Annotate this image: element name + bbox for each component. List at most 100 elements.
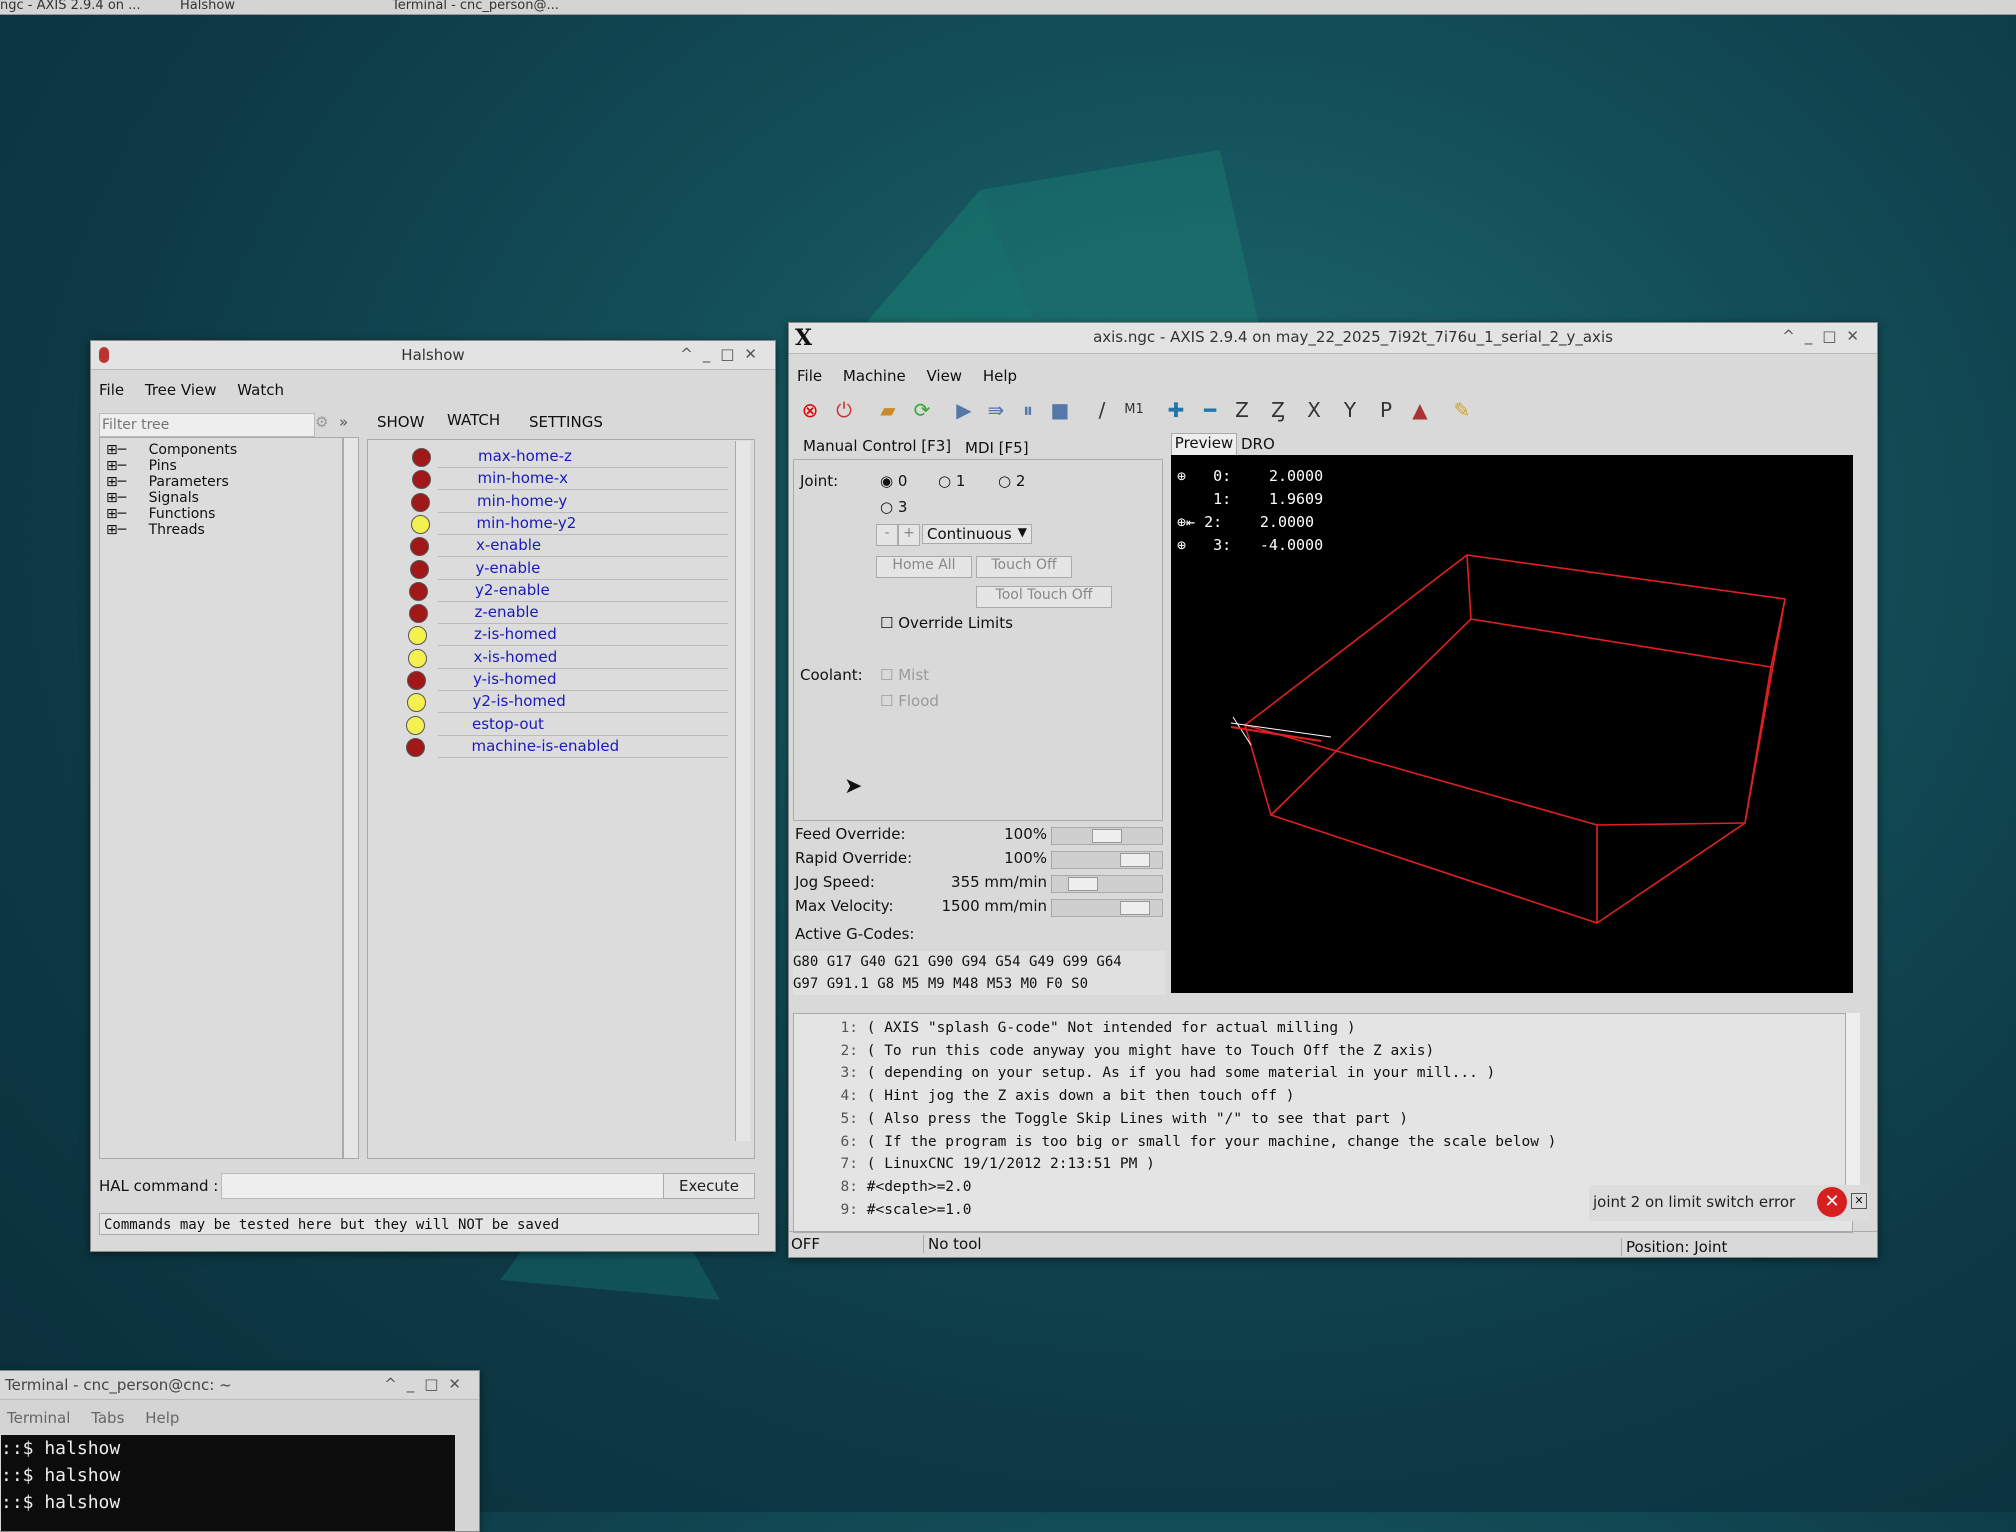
zoom-in-icon[interactable]: ✚ (1163, 397, 1189, 423)
slider-thumb[interactable] (1092, 829, 1122, 843)
terminal-titlebar[interactable]: Terminal - cnc_person@cnc: ~ ^_□✕ (0, 1371, 479, 1400)
halshow-titlebar[interactable]: Halshow ^_□✕ (91, 341, 775, 370)
window-controls[interactable]: ^_□✕ (1782, 327, 1869, 345)
skip-lines-icon[interactable]: / (1089, 397, 1115, 423)
hal-command-input[interactable] (221, 1173, 699, 1199)
gear-icon[interactable]: ⚙ (315, 413, 328, 431)
jog-mode-select[interactable]: Continuous ▼ (922, 524, 1032, 544)
menu-file[interactable]: File (91, 377, 132, 399)
tab-mdi[interactable]: MDI [F5] (965, 439, 1029, 457)
gcode-line[interactable]: 5: ( Also press the Toggle Skip Lines wi… (794, 1111, 1834, 1133)
estop-icon[interactable]: ⊗ (797, 397, 823, 423)
mist-checkbox[interactable]: ☐ Mist (880, 666, 929, 684)
run-icon[interactable]: ▶ (951, 397, 977, 423)
menu-tabs[interactable]: Tabs (83, 1405, 132, 1427)
zoom-out-icon[interactable]: ━ (1197, 397, 1223, 423)
taskbar-item-halshow[interactable]: Halshow (180, 0, 235, 13)
tree-item-pins[interactable]: ⊞─ Pins (106, 458, 177, 474)
watch-signal-y2-is-homed[interactable]: y2-is-homed (473, 692, 566, 710)
view-z-icon[interactable]: Z (1229, 397, 1255, 423)
menu-tree-view[interactable]: Tree View (137, 377, 225, 399)
menu-machine[interactable]: Machine (835, 363, 914, 385)
watch-signal-min-home-x[interactable]: min-home-x (478, 469, 569, 487)
gcode-line[interactable]: 6: ( If the program is too big or small … (794, 1134, 1834, 1156)
joint-radio-3[interactable]: ○ 3 (880, 498, 907, 516)
tree-item-functions[interactable]: ⊞─ Functions (106, 506, 215, 522)
watch-signal-z-is-homed[interactable]: z-is-homed (474, 625, 557, 643)
tree-scrollbar[interactable] (343, 437, 359, 1159)
slider-thumb[interactable] (1120, 853, 1150, 867)
chevron-right-icon[interactable]: » (339, 413, 348, 431)
tab-preview[interactable]: Preview (1171, 433, 1237, 457)
taskbar-item-terminal[interactable]: Terminal - cnc_person@... (392, 0, 559, 13)
pause-icon[interactable]: ⏸ (1015, 397, 1041, 423)
tree-item-components[interactable]: ⊞─ Components (106, 442, 237, 458)
window-controls[interactable]: ^_□✕ (680, 345, 767, 363)
menu-help[interactable]: Help (137, 1405, 187, 1427)
watch-scrollbar[interactable] (735, 441, 750, 1141)
tab-dro[interactable]: DRO (1241, 435, 1275, 453)
view-x-icon[interactable]: X (1301, 397, 1327, 423)
tree-item-parameters[interactable]: ⊞─ Parameters (106, 474, 229, 490)
tab-show[interactable]: SHOW (377, 413, 424, 431)
tab-watch[interactable]: WATCH (447, 411, 500, 429)
menu-file[interactable]: File (789, 363, 830, 385)
joint-radio-1[interactable]: ○ 1 (938, 472, 965, 490)
close-notification-icon[interactable]: ✕ (1851, 1193, 1867, 1209)
menu-watch[interactable]: Watch (229, 377, 292, 399)
watch-signal-y2-enable[interactable]: y2-enable (475, 581, 550, 599)
power-icon[interactable]: ⏻ (831, 397, 857, 423)
touch-off-button[interactable]: Touch Off (976, 556, 1072, 578)
jog-minus-button[interactable]: - (876, 524, 898, 546)
gcode-line[interactable]: 2: ( To run this code anyway you might h… (794, 1043, 1834, 1065)
gcode-scrollbar[interactable] (1845, 1013, 1860, 1213)
menu-terminal[interactable]: Terminal (0, 1405, 78, 1427)
watch-signal-y-is-homed[interactable]: y-is-homed (473, 670, 556, 688)
tool-touch-off-button[interactable]: Tool Touch Off (976, 586, 1112, 608)
watch-signal-min-home-y2[interactable]: min-home-y2 (477, 514, 577, 532)
joint-radio-2[interactable]: ○ 2 (998, 472, 1025, 490)
stop-icon[interactable]: ■ (1047, 397, 1073, 423)
preview-canvas[interactable]: ⊕ 0: 2.0000 1: 1.9609 ⊕⇤ 2: 2.0000 ⊕ 3: -4.000… (1171, 455, 1853, 993)
slider-track[interactable] (1051, 875, 1163, 893)
rotate-view-icon[interactable]: ▲ (1407, 397, 1433, 423)
view-p-icon[interactable]: P (1373, 397, 1399, 423)
watch-signal-estop-out[interactable]: estop-out (472, 715, 544, 733)
watch-signal-machine-is-enabled[interactable]: machine-is-enabled (472, 737, 620, 755)
slider-thumb[interactable] (1120, 901, 1150, 915)
tab-settings[interactable]: SETTINGS (529, 413, 603, 431)
step-icon[interactable]: ⇛ (983, 397, 1009, 423)
override-limits-checkbox[interactable]: ☐ Override Limits (880, 614, 1013, 632)
filter-tree-input[interactable] (99, 413, 315, 437)
view-y-icon[interactable]: Y (1337, 397, 1363, 423)
window-controls[interactable]: ^_□✕ (384, 1375, 471, 1393)
joint-radio-0[interactable]: ◉ 0 (880, 472, 907, 490)
watch-signal-max-home-z[interactable]: max-home-z (478, 447, 572, 465)
slider-track[interactable] (1051, 827, 1163, 845)
flood-checkbox[interactable]: ☐ Flood (880, 692, 939, 710)
execute-button[interactable]: Execute (663, 1173, 755, 1199)
slider-thumb[interactable] (1068, 877, 1098, 891)
axis-titlebar[interactable]: X axis.ngc - AXIS 2.9.4 on may_22_2025_7… (789, 323, 1877, 354)
gcode-line[interactable]: 3: ( depending on your setup. As if you … (794, 1065, 1834, 1087)
watch-signal-min-home-y[interactable]: min-home-y (477, 492, 567, 510)
watch-signal-x-is-homed[interactable]: x-is-homed (474, 648, 558, 666)
watch-signal-y-enable[interactable]: y-enable (476, 559, 541, 577)
tree-item-signals[interactable]: ⊞─ Signals (106, 490, 199, 506)
menu-help[interactable]: Help (975, 363, 1025, 385)
menu-view[interactable]: View (918, 363, 970, 385)
tree-item-threads[interactable]: ⊞─ Threads (106, 522, 205, 538)
watch-signal-x-enable[interactable]: x-enable (476, 536, 541, 554)
home-all-button[interactable]: Home All (876, 556, 972, 578)
slider-track[interactable] (1051, 851, 1163, 869)
clear-live-plot-icon[interactable]: ✎ (1449, 397, 1475, 423)
gcode-line[interactable]: 4: ( Hint jog the Z axis down a bit then… (794, 1088, 1834, 1110)
tab-manual-control[interactable]: Manual Control [F3] (803, 437, 951, 455)
taskbar-item-axis[interactable]: ngc - AXIS 2.9.4 on ... (0, 0, 141, 13)
gcode-line[interactable]: 1: ( AXIS "splash G-code" Not intended f… (794, 1020, 1834, 1042)
gcode-line[interactable]: 7: ( LinuxCNC 19/1/2012 2:13:51 PM ) (794, 1156, 1834, 1178)
jog-plus-button[interactable]: + (898, 524, 920, 546)
reload-icon[interactable]: ⟳ (909, 397, 935, 423)
open-folder-icon[interactable]: ▰ (875, 397, 901, 423)
terminal-output[interactable]: ::$ halshow::$ halshow::$ halshow (1, 1435, 455, 1531)
